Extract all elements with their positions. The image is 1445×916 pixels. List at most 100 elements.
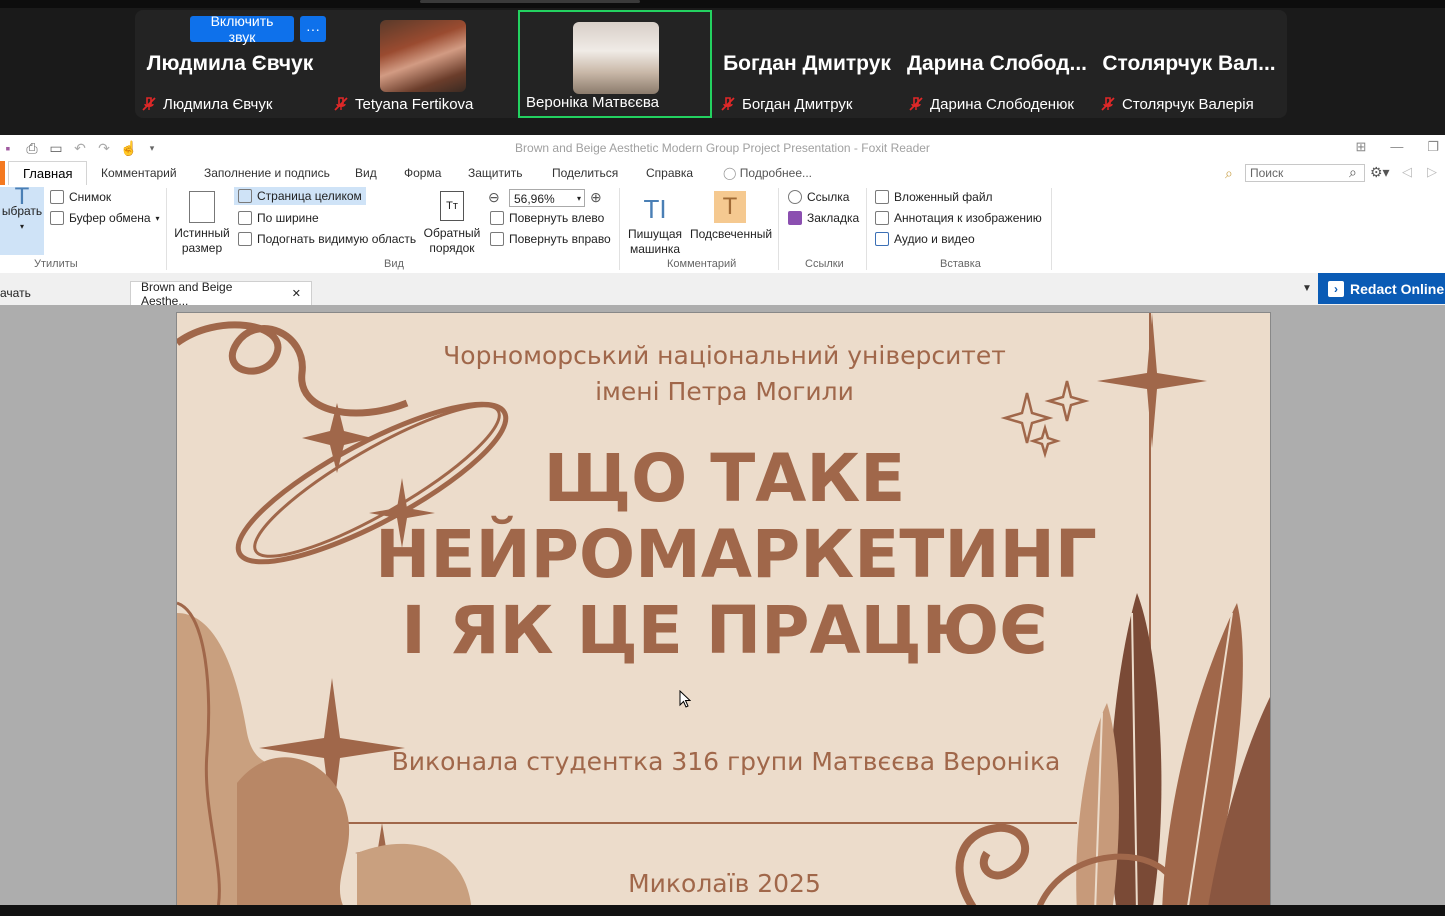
document-tabs: ачать Brown and Beige Aesthe... ✕ ▼ › Re… [0,273,1445,308]
participant-name: Tetyana Fertikova [355,95,474,113]
search-icon[interactable]: ⌕ [1349,164,1357,181]
tab-help[interactable]: Справка [646,166,693,180]
fit-width-button[interactable]: По ширине [238,211,319,225]
typewriter-button[interactable]: TI Пишущая машинка [624,191,686,257]
tab-protect[interactable]: Защитить [468,166,522,180]
bookmark-label: Закладка [807,211,860,225]
reverse-order-label-2: порядок [429,241,475,255]
select-text-icon: T [14,183,30,210]
minimize-icon[interactable]: — [1390,139,1403,155]
group-label-insert: Вставка [940,258,981,270]
file-tab-edge[interactable] [0,161,5,185]
top-bar [0,0,1445,8]
tab-start[interactable]: ачать [0,281,31,305]
layout-icon[interactable]: ⊞ [1355,139,1366,155]
university-line-2: імені Петра Могили [595,377,854,406]
slide-title-line-2: НЕЙРОМАРКЕТИНГ [375,516,1097,593]
typewriter-label-2: машинка [629,242,681,256]
clipboard-icon [50,211,64,225]
next-icon[interactable]: ▷ [1427,164,1437,180]
foxit-window: ▪ ⎙ ▭ ↶ ↷ ☝ ▾ Brown and Beige Aesthetic … [0,135,1445,905]
previous-icon[interactable]: ◁ [1402,164,1412,180]
close-icon[interactable]: ✕ [292,287,301,300]
tab-home[interactable]: Главная [8,161,88,185]
attached-file-button[interactable]: Вложенный файл [875,190,993,204]
muted-mic-icon [142,97,156,111]
muted-mic-icon [334,97,348,111]
ribbon-divider [778,188,779,270]
audio-video-button[interactable]: Аудио и видео [875,232,975,246]
link-icon [788,190,802,204]
group-label-utilities: Утилиты [34,258,78,270]
participant-tile[interactable]: Tetyana Fertikova [327,10,517,118]
rotate-right-button[interactable]: Повернуть вправо [490,232,611,246]
unmute-button[interactable]: Включить звук [190,13,294,45]
slide-title-line-1: ЩО ТАКЕ [543,440,906,517]
ribbon-divider [866,188,867,270]
fit-width-icon [238,211,252,225]
select-tool-button[interactable]: T ыбрать ▾ [0,183,44,255]
more-options-button[interactable]: ··· [300,16,326,42]
gear-icon[interactable]: ⚙▾ [1370,164,1390,181]
document-viewer[interactable]: Чорноморський національний університет і… [0,305,1445,905]
group-label-links: Ссылки [805,258,844,270]
participant-tile[interactable]: Богдан Дмитрук Богдан Дмитрук [714,10,900,118]
city-year: Миколаїв 2025 [628,869,821,898]
rotate-left-button[interactable]: Повернуть влево [490,211,604,225]
restore-icon[interactable]: ❐ [1427,139,1439,155]
tell-me-more[interactable]: ◯ Подробнее... [723,166,812,180]
muted-mic-icon [1101,97,1115,111]
participant-video [573,22,659,94]
slide-title-line-3: І ЯК ЦЕ ПРАЦЮЄ [401,592,1048,669]
redact-online-button[interactable]: › Redact Online [1318,273,1445,304]
image-annotation-button[interactable]: Аннотация к изображению [875,211,1042,225]
tab-view[interactable]: Вид [355,166,377,180]
drag-handle[interactable] [420,0,640,3]
tab-share[interactable]: Поделиться [552,166,618,180]
snapshot-button[interactable]: Снимок [50,190,111,204]
participant-label: Вероніка Матвєєва [526,92,704,112]
participant-tile-active[interactable]: Вероніка Матвєєва [518,10,712,118]
highlight-label: Подсвеченный [690,227,773,241]
reverse-order-label-1: Обратный [423,226,481,240]
participant-big-name: Людмила Євчук [146,52,314,75]
fit-page-button[interactable]: Страница целиком [234,187,366,205]
zoom-in-icon[interactable]: ⊕ [590,189,602,206]
snapshot-label: Снимок [69,190,112,204]
tab-fill-sign[interactable]: Заполнение и подпись [204,166,330,180]
highlight-button[interactable]: T Подсвеченный [690,191,773,242]
actual-size-button[interactable]: Истинный размер [172,191,232,256]
typewriter-icon: TI [643,194,667,224]
ribbon: T ыбрать ▾ Снимок Буфер обмена ▾ Утилиты … [0,185,1445,274]
tab-document[interactable]: Brown and Beige Aesthe... ✕ [130,280,312,308]
find-icon[interactable]: ⌕ [1225,165,1233,182]
actual-size-label-2: размер [181,241,223,255]
reverse-order-button[interactable]: Tт Обратный порядок [422,191,482,256]
tabs-dropdown-icon[interactable]: ▼ [1302,283,1312,294]
mouse-cursor-icon [679,690,691,708]
tab-comment[interactable]: Комментарий [101,166,177,180]
bottom-bar [0,905,1445,916]
zoom-out-icon[interactable]: ⊖ [488,189,500,206]
clipboard-button[interactable]: Буфер обмена ▾ [50,211,160,225]
link-button[interactable]: Ссылка [788,190,849,204]
actual-size-label-1: Истинный [174,226,230,240]
chevron-down-icon: ▾ [155,213,160,223]
participant-name: Столярчук Валерія [1122,95,1254,113]
participant-tile[interactable]: Дарина Слобод... Дарина Слободенюк [902,10,1092,118]
zoom-level-select[interactable]: 56,96% ▾ [509,189,585,207]
tab-form[interactable]: Форма [404,166,441,180]
bookmark-button[interactable]: Закладка [788,211,859,225]
ribbon-divider [1051,188,1052,270]
rotate-right-icon [490,232,504,246]
redact-online-label: Redact Online [1350,280,1445,297]
fit-visible-button[interactable]: Подогнать видимую область [238,232,416,246]
participant-tile[interactable]: Столярчук Вал... Столярчук Валерія [1094,10,1284,118]
window-title: Brown and Beige Aesthetic Modern Group P… [515,141,930,155]
video-icon [875,232,889,246]
search-input[interactable]: Поиск [1245,164,1365,182]
camera-icon [50,190,64,204]
fit-page-label: Страница целиком [257,189,362,203]
tell-me-label: Подробнее... [739,166,813,180]
chevron-down-icon: ▾ [576,194,581,203]
